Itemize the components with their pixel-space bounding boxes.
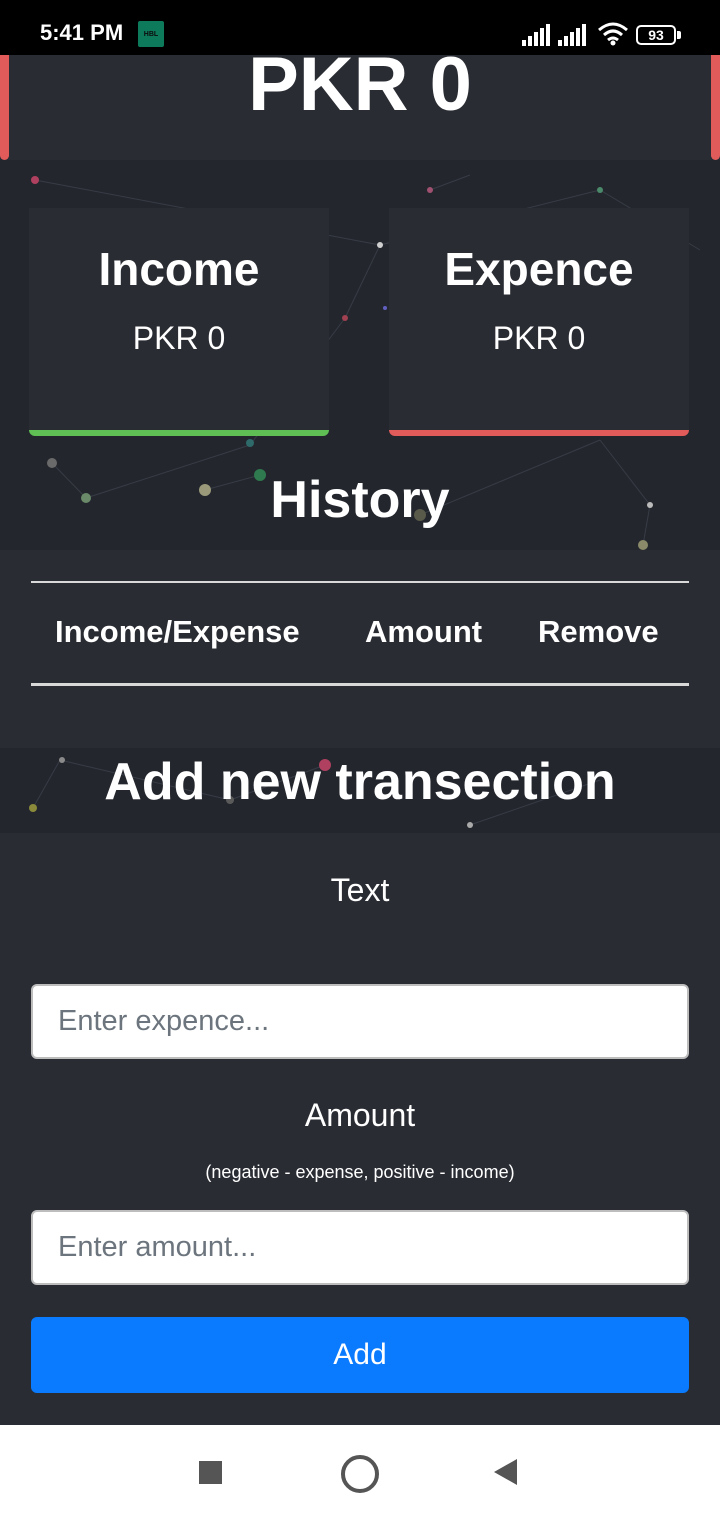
expense-card: Expence PKR 0	[389, 208, 689, 436]
cell-signal-2-icon	[558, 24, 586, 46]
status-time: 5:41 PM	[40, 20, 124, 45]
status-bar: 5:41 PM HBL 93	[0, 0, 720, 55]
text-label: Text	[330, 872, 390, 908]
income-value: PKR 0	[132, 320, 226, 356]
amount-input[interactable]	[31, 1210, 689, 1285]
history-divider-bottom	[31, 683, 689, 686]
app-notification-icon: HBL	[138, 21, 164, 47]
column-header-type: Income/Expense	[55, 614, 300, 649]
column-header-remove: Remove	[538, 614, 659, 649]
add-transaction-title: Add new transection	[104, 753, 616, 811]
battery-tip	[677, 31, 681, 39]
add-button[interactable]: Add	[31, 1317, 689, 1393]
home-icon[interactable]	[341, 1455, 379, 1493]
income-card: Income PKR 0	[29, 208, 329, 436]
income-title: Income	[98, 243, 260, 295]
expense-title: Expence	[444, 243, 634, 295]
back-icon[interactable]	[494, 1459, 517, 1485]
recent-apps-icon[interactable]	[199, 1461, 222, 1484]
battery-icon: 93	[636, 25, 676, 45]
text-input[interactable]	[31, 984, 689, 1059]
history-divider-top	[31, 581, 689, 583]
expense-value: PKR 0	[492, 320, 586, 356]
history-title: History	[270, 471, 450, 529]
cell-signal-icon	[522, 24, 550, 46]
amount-hint: (negative - expense, positive - income)	[205, 1162, 515, 1182]
wifi-icon	[598, 22, 628, 46]
amount-label: Amount	[304, 1097, 416, 1133]
column-header-amount: Amount	[365, 614, 483, 649]
